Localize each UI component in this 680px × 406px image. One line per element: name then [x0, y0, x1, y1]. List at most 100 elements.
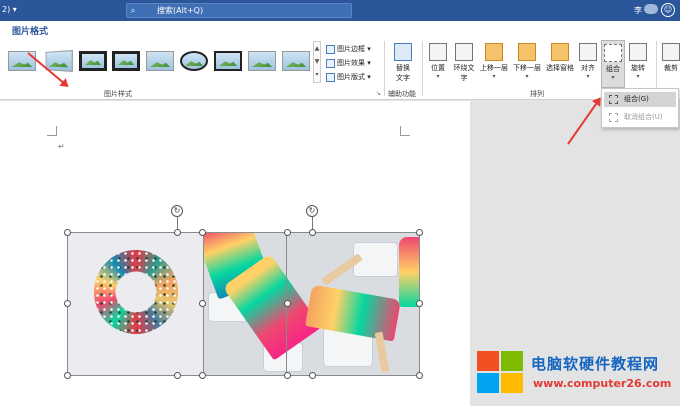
group-objects-icon — [604, 44, 622, 62]
rotate-icon — [629, 43, 647, 61]
menu-item-group-label: 组合(G) — [624, 95, 649, 103]
group-objects-button[interactable]: 组合 ▾ — [601, 40, 625, 88]
resize-handle[interactable] — [64, 229, 71, 236]
align-label: 对齐 — [581, 64, 595, 72]
alt-text-label: 替换 文字 — [396, 64, 410, 82]
resize-handle[interactable] — [416, 229, 423, 236]
group-separator — [422, 41, 423, 96]
resize-handle[interactable] — [199, 229, 206, 236]
align-button[interactable]: 对齐 ▾ — [578, 43, 598, 80]
group-label-picture-styles: 图片样式 — [104, 90, 132, 98]
resize-handle[interactable] — [174, 229, 181, 236]
picture-style-thumb[interactable] — [45, 50, 73, 72]
picture-style-thumb[interactable] — [214, 51, 242, 71]
wrap-text-button[interactable]: 环绕文 字 — [452, 43, 476, 83]
resize-handle[interactable] — [64, 372, 71, 379]
menu-item-group[interactable]: 组合(G) — [604, 92, 676, 107]
resize-handle[interactable] — [174, 372, 181, 379]
resize-handle[interactable] — [284, 300, 291, 307]
selection-pane-label: 选择窗格 — [546, 64, 574, 72]
rotate-label: 旋转 — [631, 64, 645, 72]
rotate-button[interactable]: 旋转 ▾ — [628, 43, 648, 80]
selection-pane-icon — [551, 43, 569, 61]
search-placeholder: 搜索(Alt+Q) — [157, 6, 204, 15]
page-corner-mark — [400, 126, 410, 136]
position-button[interactable]: 位置 ▾ — [428, 43, 448, 80]
group-dropdown-menu: 组合(G) 取消组合(U) — [601, 88, 679, 128]
picture-style-thumb[interactable] — [180, 51, 208, 71]
group-icon — [609, 95, 618, 104]
rotate-handle-icon[interactable]: ↻ — [306, 205, 318, 217]
picture-styles-gallery — [4, 41, 316, 83]
avatar[interactable]: ☺ — [661, 3, 675, 17]
picture-layout-label: 图片版式 — [337, 73, 365, 81]
watermark-site-name: 电脑软硬件教程网 — [531, 355, 660, 373]
quick-access-dropdown[interactable]: 2) ▾ — [2, 5, 17, 14]
align-icon — [579, 43, 597, 61]
windows-logo-icon — [477, 351, 527, 397]
ungroup-icon — [609, 113, 618, 122]
picture-style-thumb[interactable] — [79, 51, 107, 71]
page-corner-mark — [47, 126, 57, 136]
gallery-scroll[interactable]: ▲ ▼ ▾ — [313, 41, 321, 83]
picture-style-thumb[interactable] — [248, 51, 276, 71]
group-label-accessibility: 辅助功能 — [388, 90, 416, 98]
resize-handle[interactable] — [309, 372, 316, 379]
wreath-sprinkles — [94, 250, 178, 334]
ribbon: ▲ ▼ ▾ 图片样式 图片边框 ▾ 图片效果 ▾ 图片版式 ▾ ↘ 替换 文字 辅助… — [0, 38, 680, 100]
image-candy-wreath[interactable] — [67, 232, 203, 376]
picture-style-thumb[interactable] — [282, 51, 310, 71]
menu-item-ungroup: 取消组合(U) — [604, 110, 676, 125]
user-name[interactable]: 李 — [634, 5, 642, 16]
title-bar: 2) ▾ ⌕ 搜索(Alt+Q) 李 ☺ — [0, 0, 680, 21]
picture-border-label: 图片边框 — [337, 45, 365, 53]
resize-handle[interactable] — [284, 229, 291, 236]
position-icon — [429, 43, 447, 61]
picture-border-icon — [326, 44, 335, 54]
bring-forward-button[interactable]: 上移一层 ▾ — [478, 43, 510, 80]
cloud-icon — [644, 4, 658, 14]
dialog-launcher-icon[interactable]: ↘ — [376, 90, 381, 97]
search-box[interactable]: ⌕ 搜索(Alt+Q) — [126, 3, 352, 18]
wrap-text-icon — [455, 43, 473, 61]
rotate-handle-icon[interactable]: ↻ — [171, 205, 183, 217]
resize-handle[interactable] — [284, 372, 291, 379]
group-label-arrange: 排列 — [530, 90, 544, 98]
popsicle — [305, 284, 401, 342]
bring-forward-label: 上移一层 — [480, 64, 508, 72]
resize-handle[interactable] — [416, 372, 423, 379]
crop-icon — [662, 43, 680, 61]
wrap-text-label: 环绕文 字 — [453, 64, 475, 82]
picture-layout-button[interactable]: 图片版式 ▾ — [326, 71, 371, 83]
resize-handle[interactable] — [309, 229, 316, 236]
picture-effects-button[interactable]: 图片效果 ▾ — [326, 57, 371, 69]
crop-button[interactable]: 裁剪 — [662, 43, 680, 73]
image-popsicles[interactable] — [203, 232, 420, 376]
alt-text-icon — [394, 43, 412, 61]
send-backward-button[interactable]: 下移一层 ▾ — [511, 43, 543, 80]
resize-handle[interactable] — [199, 372, 206, 379]
group-objects-label: 组合 — [606, 65, 620, 73]
selection-pane-button[interactable]: 选择窗格 — [544, 43, 576, 73]
paragraph-mark: ↵ — [58, 142, 65, 151]
popsicle — [399, 237, 420, 307]
position-label: 位置 — [431, 64, 445, 72]
site-watermark: 电脑软硬件教程网 www.computer26.com — [477, 349, 677, 401]
ribbon-tab-bar: 图片格式 — [0, 21, 680, 40]
group-separator — [384, 41, 385, 96]
picture-effects-icon — [326, 58, 335, 68]
picture-layout-icon — [326, 72, 335, 82]
resize-handle[interactable] — [416, 300, 423, 307]
resize-handle[interactable] — [64, 300, 71, 307]
bring-forward-icon — [485, 43, 503, 61]
picture-border-button[interactable]: 图片边框 ▾ — [326, 43, 371, 55]
crop-label: 裁剪 — [664, 64, 678, 72]
alt-text-button[interactable]: 替换 文字 — [392, 43, 414, 83]
picture-style-thumb[interactable] — [146, 51, 174, 71]
resize-handle[interactable] — [199, 300, 206, 307]
menu-item-ungroup-label: 取消组合(U) — [624, 113, 663, 121]
send-backward-label: 下移一层 — [513, 64, 541, 72]
watermark-url: www.computer26.com — [533, 377, 672, 390]
send-backward-icon — [518, 43, 536, 61]
picture-style-thumb[interactable] — [112, 51, 140, 71]
